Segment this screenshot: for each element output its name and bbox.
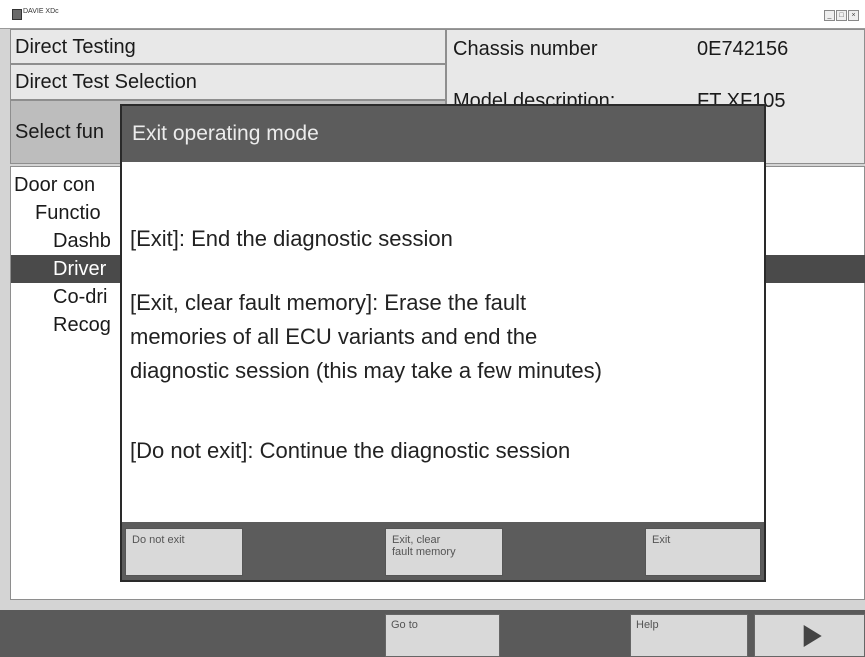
exit-clear-label-line2: fault memory bbox=[392, 546, 456, 558]
maximize-button[interactable]: □ bbox=[836, 10, 847, 21]
dialog-clear-description-line3: diagnostic session (this may take a few … bbox=[130, 358, 602, 383]
exit-clear-fault-memory-button[interactable]: Exit, clear fault memory bbox=[385, 528, 503, 576]
minimize-button[interactable]: _ bbox=[824, 10, 835, 21]
goto-button[interactable]: Go to bbox=[385, 614, 500, 657]
play-icon bbox=[803, 624, 822, 647]
direct-test-selection-header: Direct Test Selection bbox=[10, 64, 446, 100]
dialog-title: Exit operating mode bbox=[122, 106, 764, 162]
exit-button[interactable]: Exit bbox=[645, 528, 761, 576]
direct-test-selection-label: Direct Test Selection bbox=[15, 71, 197, 93]
exit-dialog: Exit operating mode [Exit]: End the diag… bbox=[120, 104, 766, 582]
dialog-exit-description: [Exit]: End the diagnostic session bbox=[130, 226, 453, 251]
exit-clear-label-line1: Exit, clear bbox=[392, 534, 441, 546]
next-button[interactable] bbox=[754, 614, 865, 657]
app-icon bbox=[12, 9, 22, 20]
dialog-clear-description-line2: memories of all ECU variants and end the bbox=[130, 324, 538, 349]
chassis-label: Chassis number bbox=[453, 38, 598, 60]
select-function-label: Select fun bbox=[15, 121, 104, 143]
window-titlebar: DAVIE XDc _ □ × bbox=[0, 0, 865, 29]
exit-label: Exit bbox=[652, 534, 671, 546]
help-button[interactable]: Help bbox=[630, 614, 748, 657]
window-controls: _ □ × bbox=[824, 10, 859, 21]
do-not-exit-label: Do not exit bbox=[132, 534, 185, 546]
close-button[interactable]: × bbox=[848, 10, 859, 21]
direct-testing-label: Direct Testing bbox=[15, 35, 136, 58]
do-not-exit-button[interactable]: Do not exit bbox=[125, 528, 243, 576]
direct-testing-header: Direct Testing bbox=[10, 29, 446, 64]
chassis-value: 0E742156 bbox=[697, 38, 789, 60]
dialog-clear-description-line1: [Exit, clear fault memory]: Erase the fa… bbox=[130, 290, 527, 315]
dialog-do-not-exit-description: [Do not exit]: Continue the diagnostic s… bbox=[130, 438, 571, 463]
window-title: DAVIE XDc bbox=[23, 8, 59, 15]
